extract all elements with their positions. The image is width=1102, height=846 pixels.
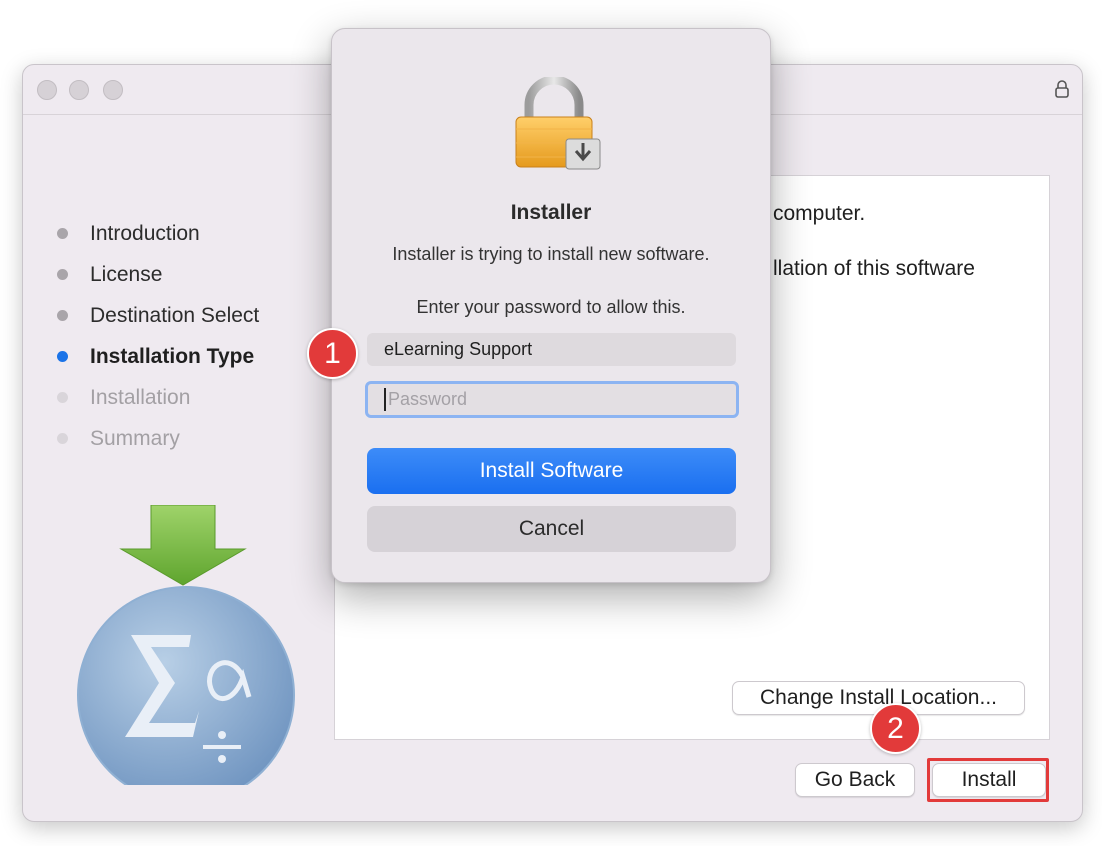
step-summary: Summary: [55, 418, 259, 459]
install-software-button[interactable]: Install Software: [367, 448, 736, 494]
step-label: License: [90, 262, 163, 286]
step-label: Introduction: [90, 221, 200, 245]
dialog-title: Installer: [510, 201, 592, 224]
dialog-prompt: Enter your password to allow this.: [416, 297, 686, 317]
content-text-line: computer.: [773, 202, 866, 225]
close-window-button[interactable]: [37, 80, 57, 100]
step-dot: [57, 228, 68, 239]
step-dot: [57, 392, 68, 403]
password-input[interactable]: [384, 388, 736, 411]
dialog-message: Installer is trying to install new softw…: [392, 244, 710, 264]
callout-badge-2: 2: [870, 703, 921, 754]
zoom-window-button[interactable]: [103, 80, 123, 100]
install-highlight-box: [927, 758, 1049, 802]
step-label: Installation Type: [90, 344, 255, 368]
password-field-container: [365, 381, 739, 418]
step-label: Destination Select: [90, 303, 260, 327]
lock-icon: [1055, 80, 1069, 98]
step-dot: [57, 433, 68, 444]
step-introduction: Introduction: [55, 213, 259, 254]
go-back-button[interactable]: Go Back: [795, 763, 915, 797]
content-text-line: llation of this software: [773, 257, 975, 280]
cancel-button[interactable]: Cancel: [367, 506, 736, 552]
step-label: Installation: [90, 385, 191, 409]
app-logo-icon: [77, 505, 295, 785]
username-field[interactable]: eLearning Support: [367, 333, 736, 366]
step-dot: [57, 310, 68, 321]
step-destination-select: Destination Select: [55, 295, 259, 336]
callout-badge-1: 1: [307, 328, 358, 379]
step-license: License: [55, 254, 259, 295]
step-installation: Installation: [55, 377, 259, 418]
auth-dialog: Installer Installer is trying to install…: [331, 28, 771, 583]
installer-steps: Introduction License Destination Select …: [55, 213, 259, 459]
minimize-window-button[interactable]: [69, 80, 89, 100]
installer-lock-icon: [515, 77, 601, 170]
step-installation-type: Installation Type: [55, 336, 259, 377]
step-label: Summary: [90, 426, 180, 450]
step-dot-active: [57, 351, 68, 362]
step-dot: [57, 269, 68, 280]
